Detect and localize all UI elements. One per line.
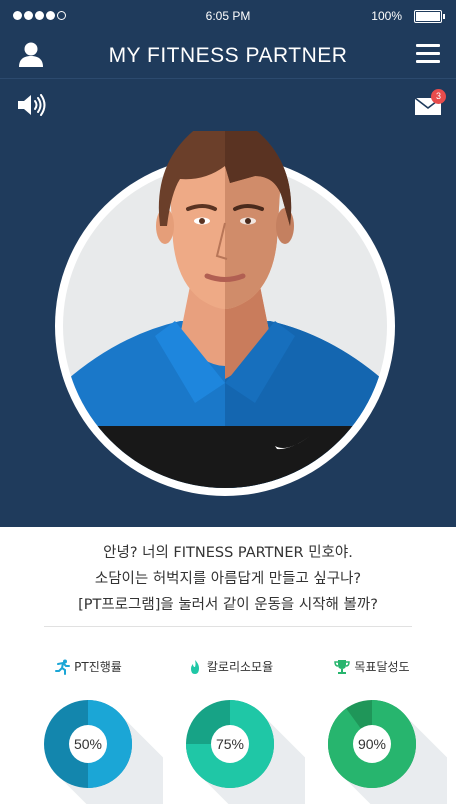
header-divider <box>0 78 456 79</box>
battery-percent: 100% <box>371 9 402 23</box>
flame-icon <box>190 659 199 674</box>
stat-pt-progress[interactable]: PT진행률 50% <box>18 650 163 804</box>
donut-value: 50% <box>74 736 102 752</box>
stat-label: 목표달성도 <box>354 660 410 674</box>
menu-icon[interactable] <box>416 44 440 64</box>
page-title: MY FITNESS PARTNER <box>108 44 348 67</box>
stats-section: PT진행률 50% 칼로리소모율 75% 목표달성도 90% <box>0 650 456 808</box>
section-divider <box>44 626 412 627</box>
stat-goal[interactable]: 목표달성도 90% <box>302 650 447 804</box>
message-line: 안녕? 너의 FITNESS PARTNER 민호야. <box>103 545 353 561</box>
welcome-message: 안녕? 너의 FITNESS PARTNER 민호야. 소담이는 허벅지를 아름… <box>0 540 456 618</box>
mail-badge: 3 <box>431 89 446 104</box>
progress-donut: 50% <box>44 700 163 804</box>
status-bar: 6:05 PM 100% <box>0 0 456 32</box>
progress-donut: 90% <box>328 700 447 804</box>
trophy-icon <box>334 659 351 674</box>
trainer-avatar[interactable] <box>55 131 395 496</box>
donut-value: 75% <box>216 736 244 752</box>
battery-icon <box>414 10 445 23</box>
stat-label: PT진행률 <box>74 660 122 674</box>
running-icon <box>55 659 71 675</box>
stat-calorie[interactable]: 칼로리소모율 75% <box>160 650 305 804</box>
hero-panel: 6:05 PM 100% MY FITNESS PARTNER 3 <box>0 0 456 527</box>
stat-label: 칼로리소모율 <box>206 660 274 674</box>
donut-value: 90% <box>358 736 386 752</box>
message-line: [PT프로그램]을 눌러서 같이 운동을 시작해 볼까? <box>78 597 378 613</box>
navbar: MY FITNESS PARTNER <box>0 32 456 78</box>
message-line: 소담이는 허벅지를 아름답게 만들고 싶구나? <box>94 571 362 587</box>
progress-donut: 75% <box>186 700 305 804</box>
speaker-icon[interactable] <box>16 94 48 116</box>
